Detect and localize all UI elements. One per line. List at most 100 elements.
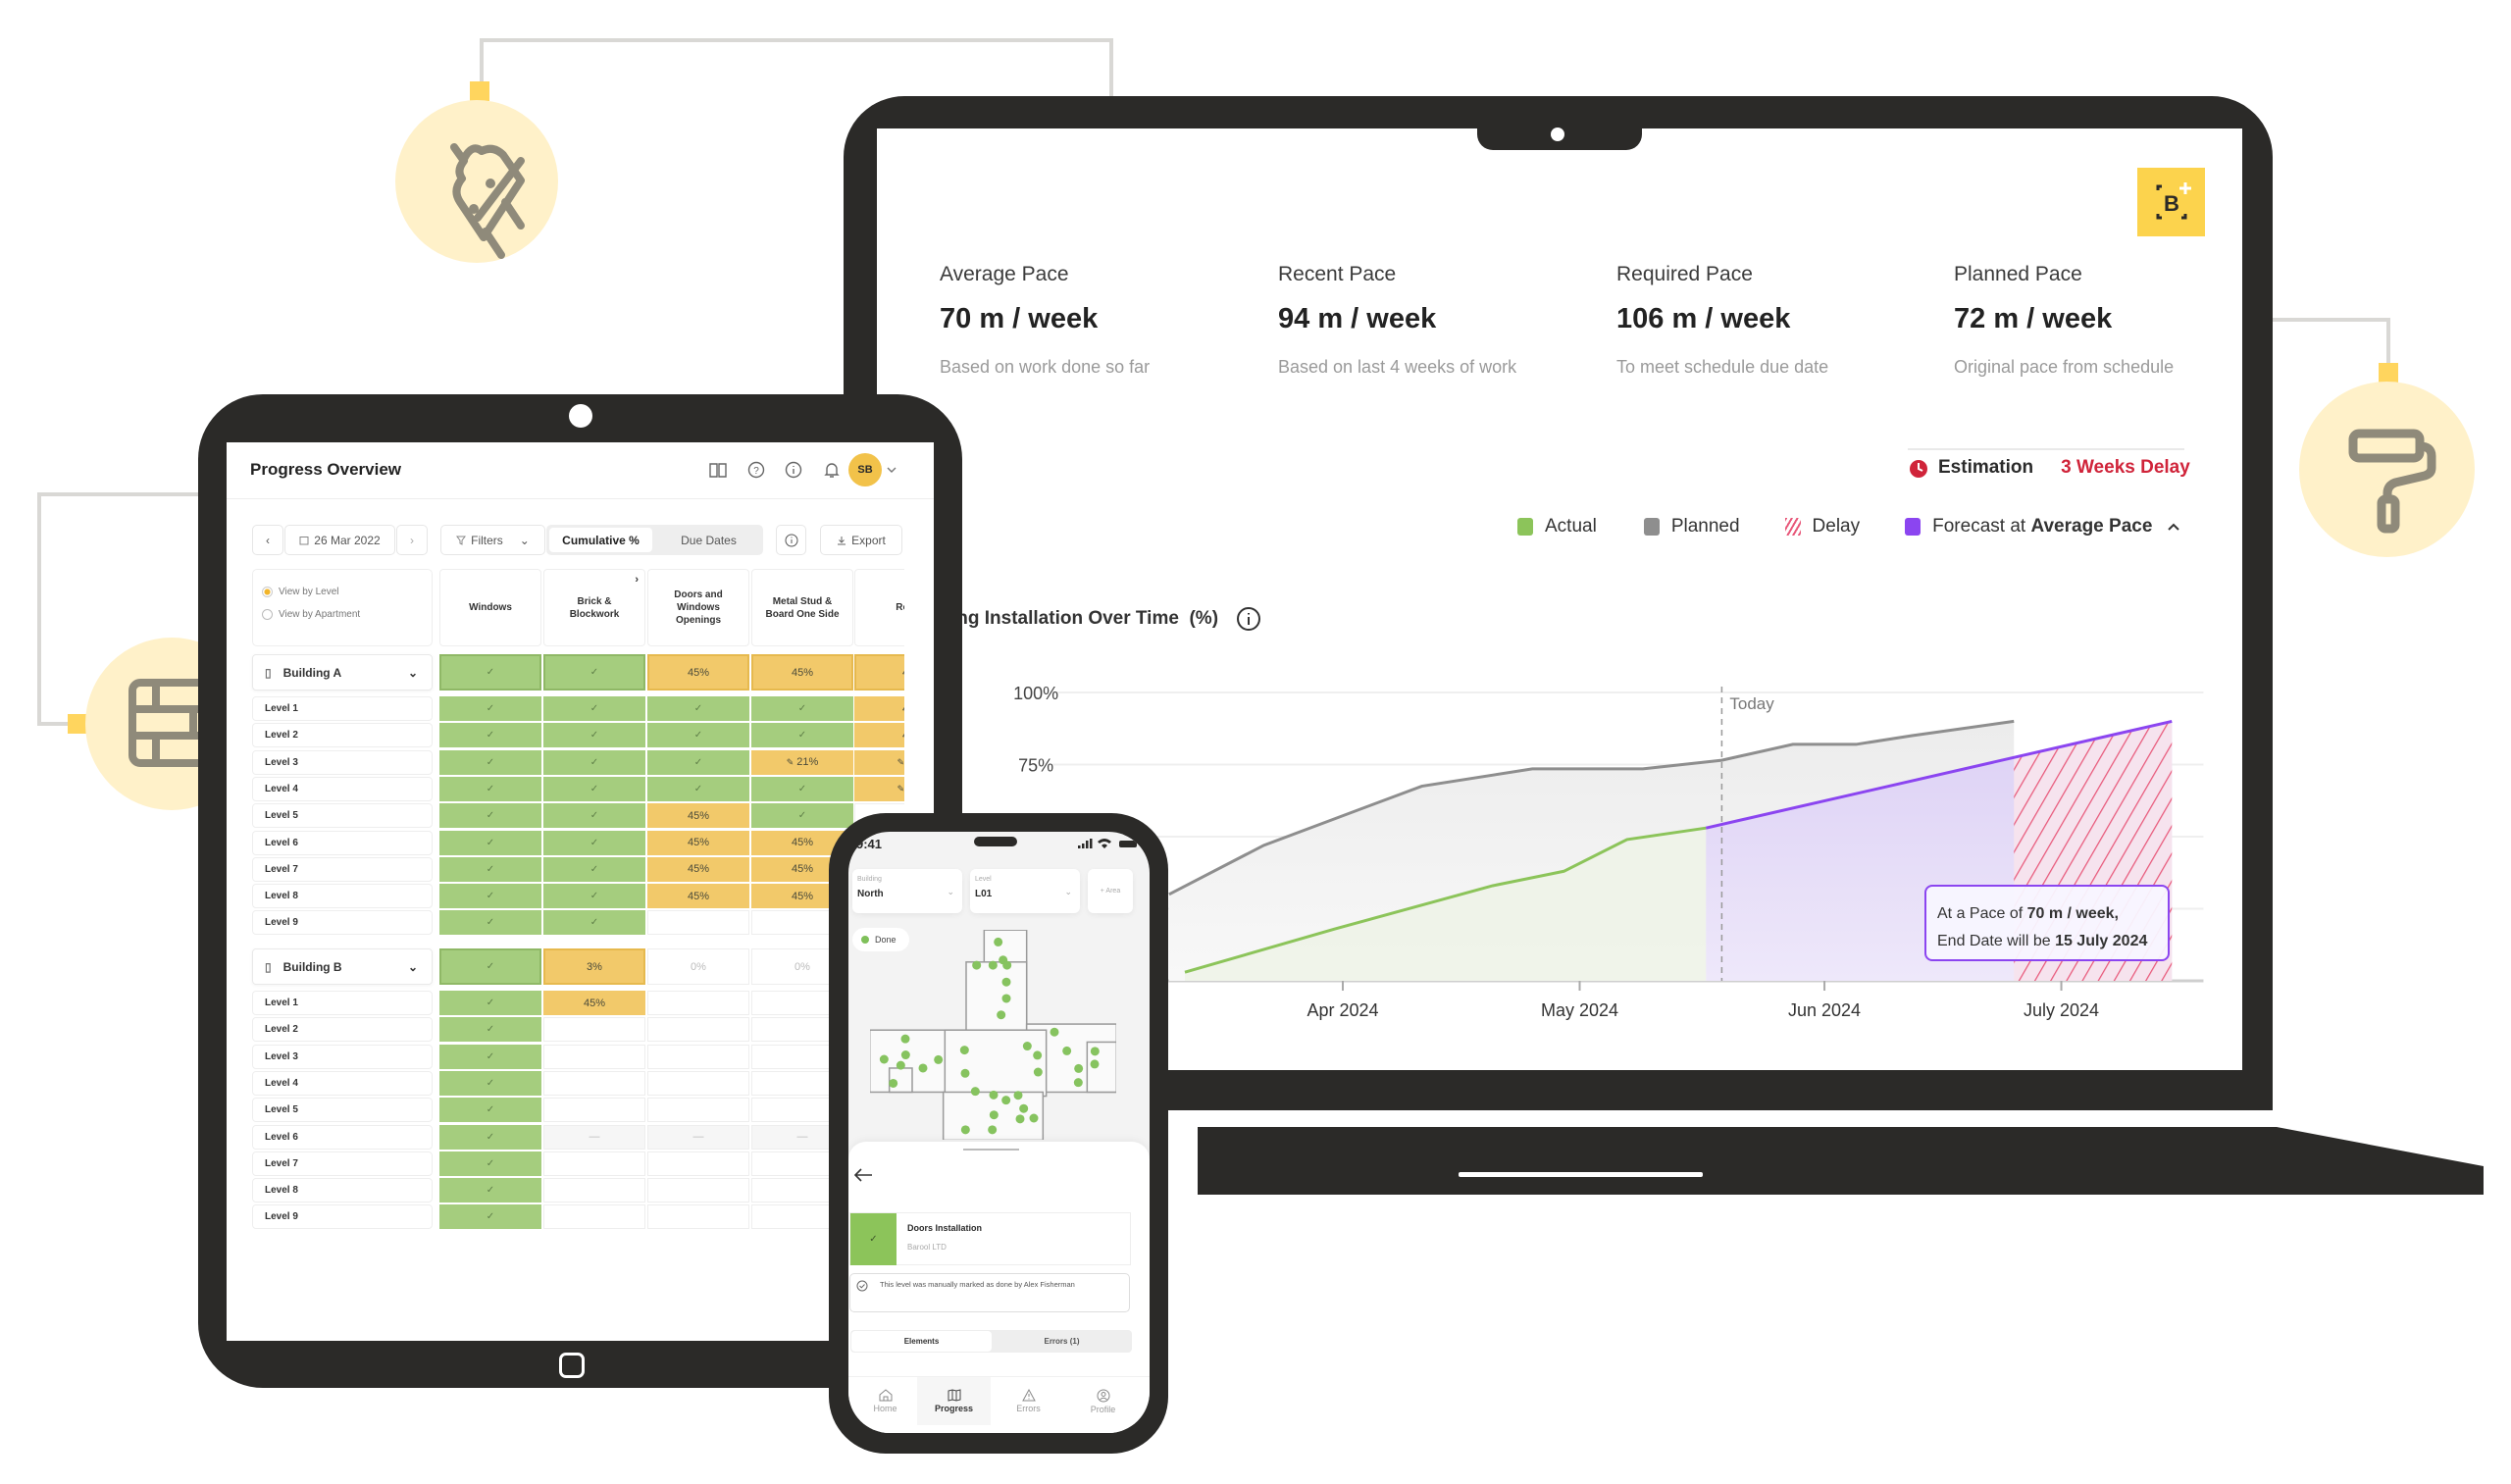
cell-done[interactable]: ✓	[439, 1178, 541, 1203]
level-row-label[interactable]: Level 4	[252, 1070, 433, 1096]
done-element-marker[interactable]	[1050, 1027, 1059, 1037]
tab-elements[interactable]: Elements	[851, 1331, 992, 1352]
cell-done[interactable]: ✓	[439, 654, 541, 691]
info-icon[interactable]	[1236, 606, 1261, 632]
done-element-marker[interactable]	[970, 1087, 980, 1097]
cell-done[interactable]: ✓	[543, 654, 645, 691]
cell-partial[interactable]: ✎2	[854, 749, 904, 775]
cell-empty[interactable]	[543, 1178, 645, 1203]
cell-done[interactable]: ✓	[439, 830, 541, 855]
level-row-label[interactable]: Level 5	[252, 1098, 433, 1123]
cell-partial[interactable]: 45%	[647, 830, 749, 855]
cell-done[interactable]: ✓	[543, 910, 645, 936]
cell-empty[interactable]	[543, 1017, 645, 1043]
done-element-marker[interactable]	[1001, 1096, 1011, 1105]
done-element-marker[interactable]	[1013, 1091, 1023, 1100]
scroll-columns-icon[interactable]: ›	[635, 574, 639, 587]
done-element-marker[interactable]	[972, 960, 982, 970]
cell-done[interactable]: ✓	[439, 884, 541, 909]
done-element-marker[interactable]	[1033, 1050, 1043, 1060]
cell-partial[interactable]: 45%	[751, 654, 853, 691]
cell-done[interactable]: ✓	[647, 749, 749, 775]
cell-partial[interactable]: 3%	[543, 948, 645, 985]
cell-empty[interactable]	[647, 1044, 749, 1069]
done-element-marker[interactable]	[900, 1050, 910, 1060]
nav-profile[interactable]: Profile	[1066, 1377, 1140, 1425]
cell-done[interactable]: ✓	[751, 723, 853, 748]
cell-done[interactable]: ✓	[439, 749, 541, 775]
cell-partial[interactable]: 4	[854, 723, 904, 748]
cell-done[interactable]: ✓	[751, 803, 853, 829]
back-arrow-icon[interactable]	[853, 1168, 873, 1182]
cell-empty[interactable]	[543, 1070, 645, 1096]
cell-done[interactable]: ✓	[439, 1017, 541, 1043]
cell-done[interactable]: ✓	[647, 776, 749, 801]
cell-done[interactable]: ✓	[439, 1124, 541, 1150]
done-element-marker[interactable]	[1090, 1047, 1100, 1056]
column-header[interactable]: Windows	[439, 569, 541, 646]
level-row-label[interactable]: Level 5	[252, 803, 433, 829]
cell-partial[interactable]: ✎ 21%	[751, 749, 853, 775]
chevron-up-icon[interactable]	[2166, 521, 2181, 533]
done-element-marker[interactable]	[889, 1078, 898, 1088]
cell-done[interactable]: ✓	[751, 696, 853, 721]
cell-done[interactable]: ✓	[439, 1044, 541, 1069]
cell-empty[interactable]	[647, 910, 749, 936]
add-area-button[interactable]: + Area	[1088, 869, 1133, 913]
done-element-marker[interactable]	[997, 1010, 1006, 1020]
cell-done[interactable]: ✓	[439, 910, 541, 936]
cell-done[interactable]: ✓	[439, 948, 541, 985]
item-card[interactable]: ✓ Doors Installation Barool LTD	[849, 1212, 1131, 1265]
done-element-marker[interactable]	[1062, 1046, 1072, 1055]
done-element-marker[interactable]	[1002, 960, 1012, 970]
cell-partial[interactable]: 45%	[647, 803, 749, 829]
cell-done[interactable]: ✓	[439, 856, 541, 882]
cell-done[interactable]: ✓	[439, 723, 541, 748]
done-element-marker[interactable]	[988, 1125, 998, 1135]
done-element-marker[interactable]	[918, 1063, 928, 1073]
done-element-marker[interactable]	[1019, 1103, 1029, 1113]
cell-done[interactable]: ✓	[439, 1098, 541, 1123]
done-element-marker[interactable]	[1001, 994, 1011, 1003]
legend-forecast[interactable]: Forecast at	[1932, 516, 2030, 537]
done-element-marker[interactable]	[1015, 1114, 1025, 1124]
level-row-label[interactable]: Level 8	[252, 1178, 433, 1203]
done-element-marker[interactable]	[1001, 977, 1011, 987]
cell-empty[interactable]	[647, 1178, 749, 1203]
level-row-label[interactable]: Level 9	[252, 1204, 433, 1230]
done-element-marker[interactable]	[988, 960, 998, 970]
cell-done[interactable]: ✓	[439, 696, 541, 721]
cell-done[interactable]: ✓	[439, 991, 541, 1015]
done-element-marker[interactable]	[960, 1068, 970, 1078]
cell-done[interactable]: ✓	[543, 803, 645, 829]
cell-done[interactable]: ✓	[647, 723, 749, 748]
column-header[interactable]: Doors and Windows Openings	[647, 569, 749, 646]
done-element-marker[interactable]	[1074, 1063, 1084, 1073]
cell-done[interactable]: ✓	[543, 830, 645, 855]
cell-empty[interactable]	[543, 1151, 645, 1176]
done-element-marker[interactable]	[1090, 1059, 1100, 1069]
building-group-toggle[interactable]: ▯ Building B ⌄	[252, 948, 433, 985]
cell-empty[interactable]	[543, 1044, 645, 1069]
cell-done[interactable]: ✓	[647, 696, 749, 721]
level-row-label[interactable]: Level 4	[252, 776, 433, 801]
cell-na[interactable]: —	[543, 1124, 645, 1150]
cell-partial[interactable]: 45%	[647, 654, 749, 691]
done-element-marker[interactable]	[1029, 1113, 1039, 1123]
cell-empty[interactable]	[543, 1204, 645, 1230]
cell-empty[interactable]	[647, 1151, 749, 1176]
cell-done[interactable]: ✓	[751, 776, 853, 801]
done-element-marker[interactable]	[989, 1090, 999, 1100]
legend-delay[interactable]: Delay	[1813, 516, 1861, 537]
done-element-marker[interactable]	[959, 1046, 969, 1055]
tab-errors[interactable]: Errors (1)	[992, 1331, 1132, 1352]
done-element-marker[interactable]	[1022, 1042, 1032, 1051]
cell-done[interactable]: ✓	[543, 884, 645, 909]
cell-empty[interactable]	[647, 1070, 749, 1096]
floor-plan[interactable]	[870, 930, 1116, 1140]
cell-partial[interactable]: 45%	[647, 856, 749, 882]
building-group-toggle[interactable]: ▯ Building A ⌄	[252, 654, 433, 691]
cell-empty[interactable]	[647, 1204, 749, 1230]
cell-partial[interactable]: 4	[854, 696, 904, 721]
cell-na[interactable]: —	[647, 1124, 749, 1150]
